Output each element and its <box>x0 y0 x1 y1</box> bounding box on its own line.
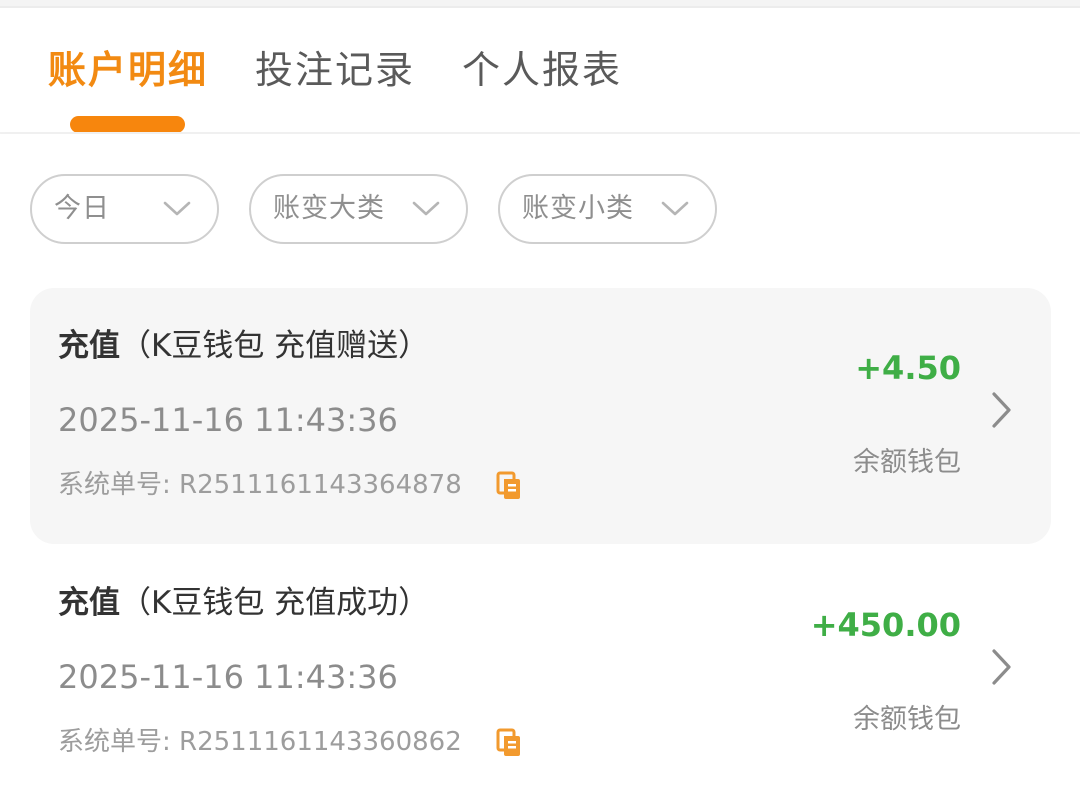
record-type: 充值 <box>58 328 120 364</box>
chevron-right-icon[interactable] <box>989 647 1013 687</box>
date-filter-dropdown[interactable]: 今日 <box>30 174 219 244</box>
record-time: 2025-11-16 11:43:36 <box>58 401 398 439</box>
category-filter-dropdown[interactable]: 账变大类 <box>249 174 468 244</box>
record-order-number: 系统单号: R2511161143364878 <box>58 468 462 502</box>
record-amount: +4.50 <box>855 349 961 387</box>
status-divider <box>0 0 1080 8</box>
record-detail: （K豆钱包 充值赠送） <box>120 328 430 364</box>
record-item[interactable]: 充值（K豆钱包 充值赠送） 2025-11-16 11:43:36 系统单号: … <box>30 288 1051 544</box>
record-item[interactable]: 充值（K豆钱包 充值成功） 2025-11-16 11:43:36 系统单号: … <box>30 545 1051 801</box>
record-title: 充值（K豆钱包 充值赠送） <box>58 326 429 366</box>
order-label: 系统单号: <box>58 727 171 757</box>
record-detail: （K豆钱包 充值成功） <box>120 585 430 621</box>
record-order-number: 系统单号: R2511161143360862 <box>58 725 462 759</box>
subcategory-filter-label: 账变小类 <box>522 193 634 224</box>
chevron-down-icon <box>661 201 689 216</box>
date-filter-label: 今日 <box>54 193 110 224</box>
record-type: 充值 <box>58 585 120 621</box>
copy-icon[interactable] <box>496 471 524 501</box>
subcategory-filter-dropdown[interactable]: 账变小类 <box>498 174 717 244</box>
order-label: 系统单号: <box>58 470 171 500</box>
tab-bet-records[interactable]: 投注记录 <box>255 46 415 94</box>
active-tab-indicator <box>70 116 185 133</box>
category-filter-label: 账变大类 <box>273 193 385 224</box>
record-wallet: 余额钱包 <box>853 704 961 735</box>
record-amount: +450.00 <box>810 606 961 644</box>
copy-icon[interactable] <box>496 728 524 758</box>
order-value: R2511161143364878 <box>179 470 462 500</box>
chevron-down-icon <box>163 201 191 216</box>
chevron-right-icon[interactable] <box>989 390 1013 430</box>
tab-bar: 账户明细 投注记录 个人报表 <box>0 10 1080 133</box>
filter-bar: 今日 账变大类 账变小类 <box>0 134 1080 260</box>
tab-account-details[interactable]: 账户明细 <box>48 46 208 94</box>
record-title: 充值（K豆钱包 充值成功） <box>58 583 429 623</box>
chevron-down-icon <box>412 201 440 216</box>
order-value: R2511161143360862 <box>179 727 462 757</box>
record-wallet: 余额钱包 <box>853 447 961 478</box>
tab-personal-report[interactable]: 个人报表 <box>462 46 622 94</box>
record-time: 2025-11-16 11:43:36 <box>58 658 398 696</box>
